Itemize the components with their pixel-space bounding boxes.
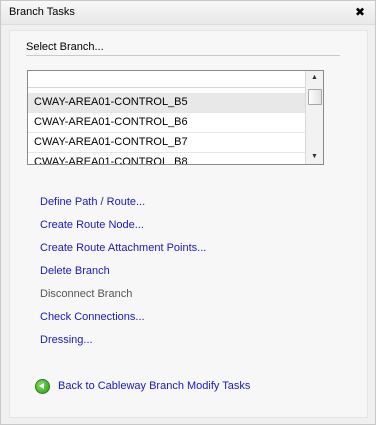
check-connections-link[interactable]: Check Connections... — [40, 309, 206, 332]
branch-list: CWAY-AREA01-CONTROL_B5 CWAY-AREA01-CONTRO… — [28, 93, 305, 164]
scroll-thumb[interactable] — [308, 89, 322, 105]
delete-branch-link[interactable]: Delete Branch — [40, 263, 206, 286]
close-icon[interactable]: ✖ — [353, 5, 367, 19]
branch-list-item[interactable]: CWAY-AREA01-CONTROL_B5 — [28, 93, 305, 113]
title-bar: Branch Tasks ✖ — [1, 1, 375, 25]
task-links: Define Path / Route... Create Route Node.… — [40, 194, 206, 355]
create-route-node-link[interactable]: Create Route Node... — [40, 217, 206, 240]
list-scrollbar[interactable]: ▲ ▼ — [305, 71, 323, 164]
select-branch-label: Select Branch... — [26, 41, 104, 53]
dressing-link[interactable]: Dressing... — [40, 332, 206, 355]
branch-list-viewport: CWAY-AREA01-CONTROL_B5 CWAY-AREA01-CONTRO… — [28, 93, 305, 164]
divider — [26, 55, 340, 56]
back-arrow-icon — [35, 378, 50, 394]
branch-listbox[interactable]: CWAY-AREA01-CONTROL_B5 CWAY-AREA01-CONTRO… — [27, 70, 324, 165]
branch-list-item[interactable]: CWAY-AREA01-CONTROL_B8 — [28, 153, 305, 164]
task-content: Select Branch... CWAY-AREA01-CONTROL_B5 C… — [9, 30, 368, 418]
branch-tasks-panel: Branch Tasks ✖ Select Branch... CWAY-ARE… — [0, 0, 376, 425]
disconnect-branch-link: Disconnect Branch — [40, 288, 133, 300]
branch-list-item[interactable]: CWAY-AREA01-CONTROL_B7 — [28, 133, 305, 153]
branch-list-item[interactable]: CWAY-AREA01-CONTROL_B6 — [28, 113, 305, 133]
branch-filter-input[interactable] — [28, 71, 305, 88]
scroll-up-icon[interactable]: ▲ — [306, 71, 323, 85]
back-link-label: Back to Cableway Branch Modify Tasks — [58, 380, 251, 392]
panel-title: Branch Tasks — [9, 6, 75, 18]
define-path-route-link[interactable]: Define Path / Route... — [40, 194, 206, 217]
back-to-modify-tasks-link[interactable]: Back to Cableway Branch Modify Tasks — [35, 378, 250, 394]
create-route-attachment-points-link[interactable]: Create Route Attachment Points... — [40, 240, 206, 263]
scroll-down-icon[interactable]: ▼ — [306, 150, 323, 164]
